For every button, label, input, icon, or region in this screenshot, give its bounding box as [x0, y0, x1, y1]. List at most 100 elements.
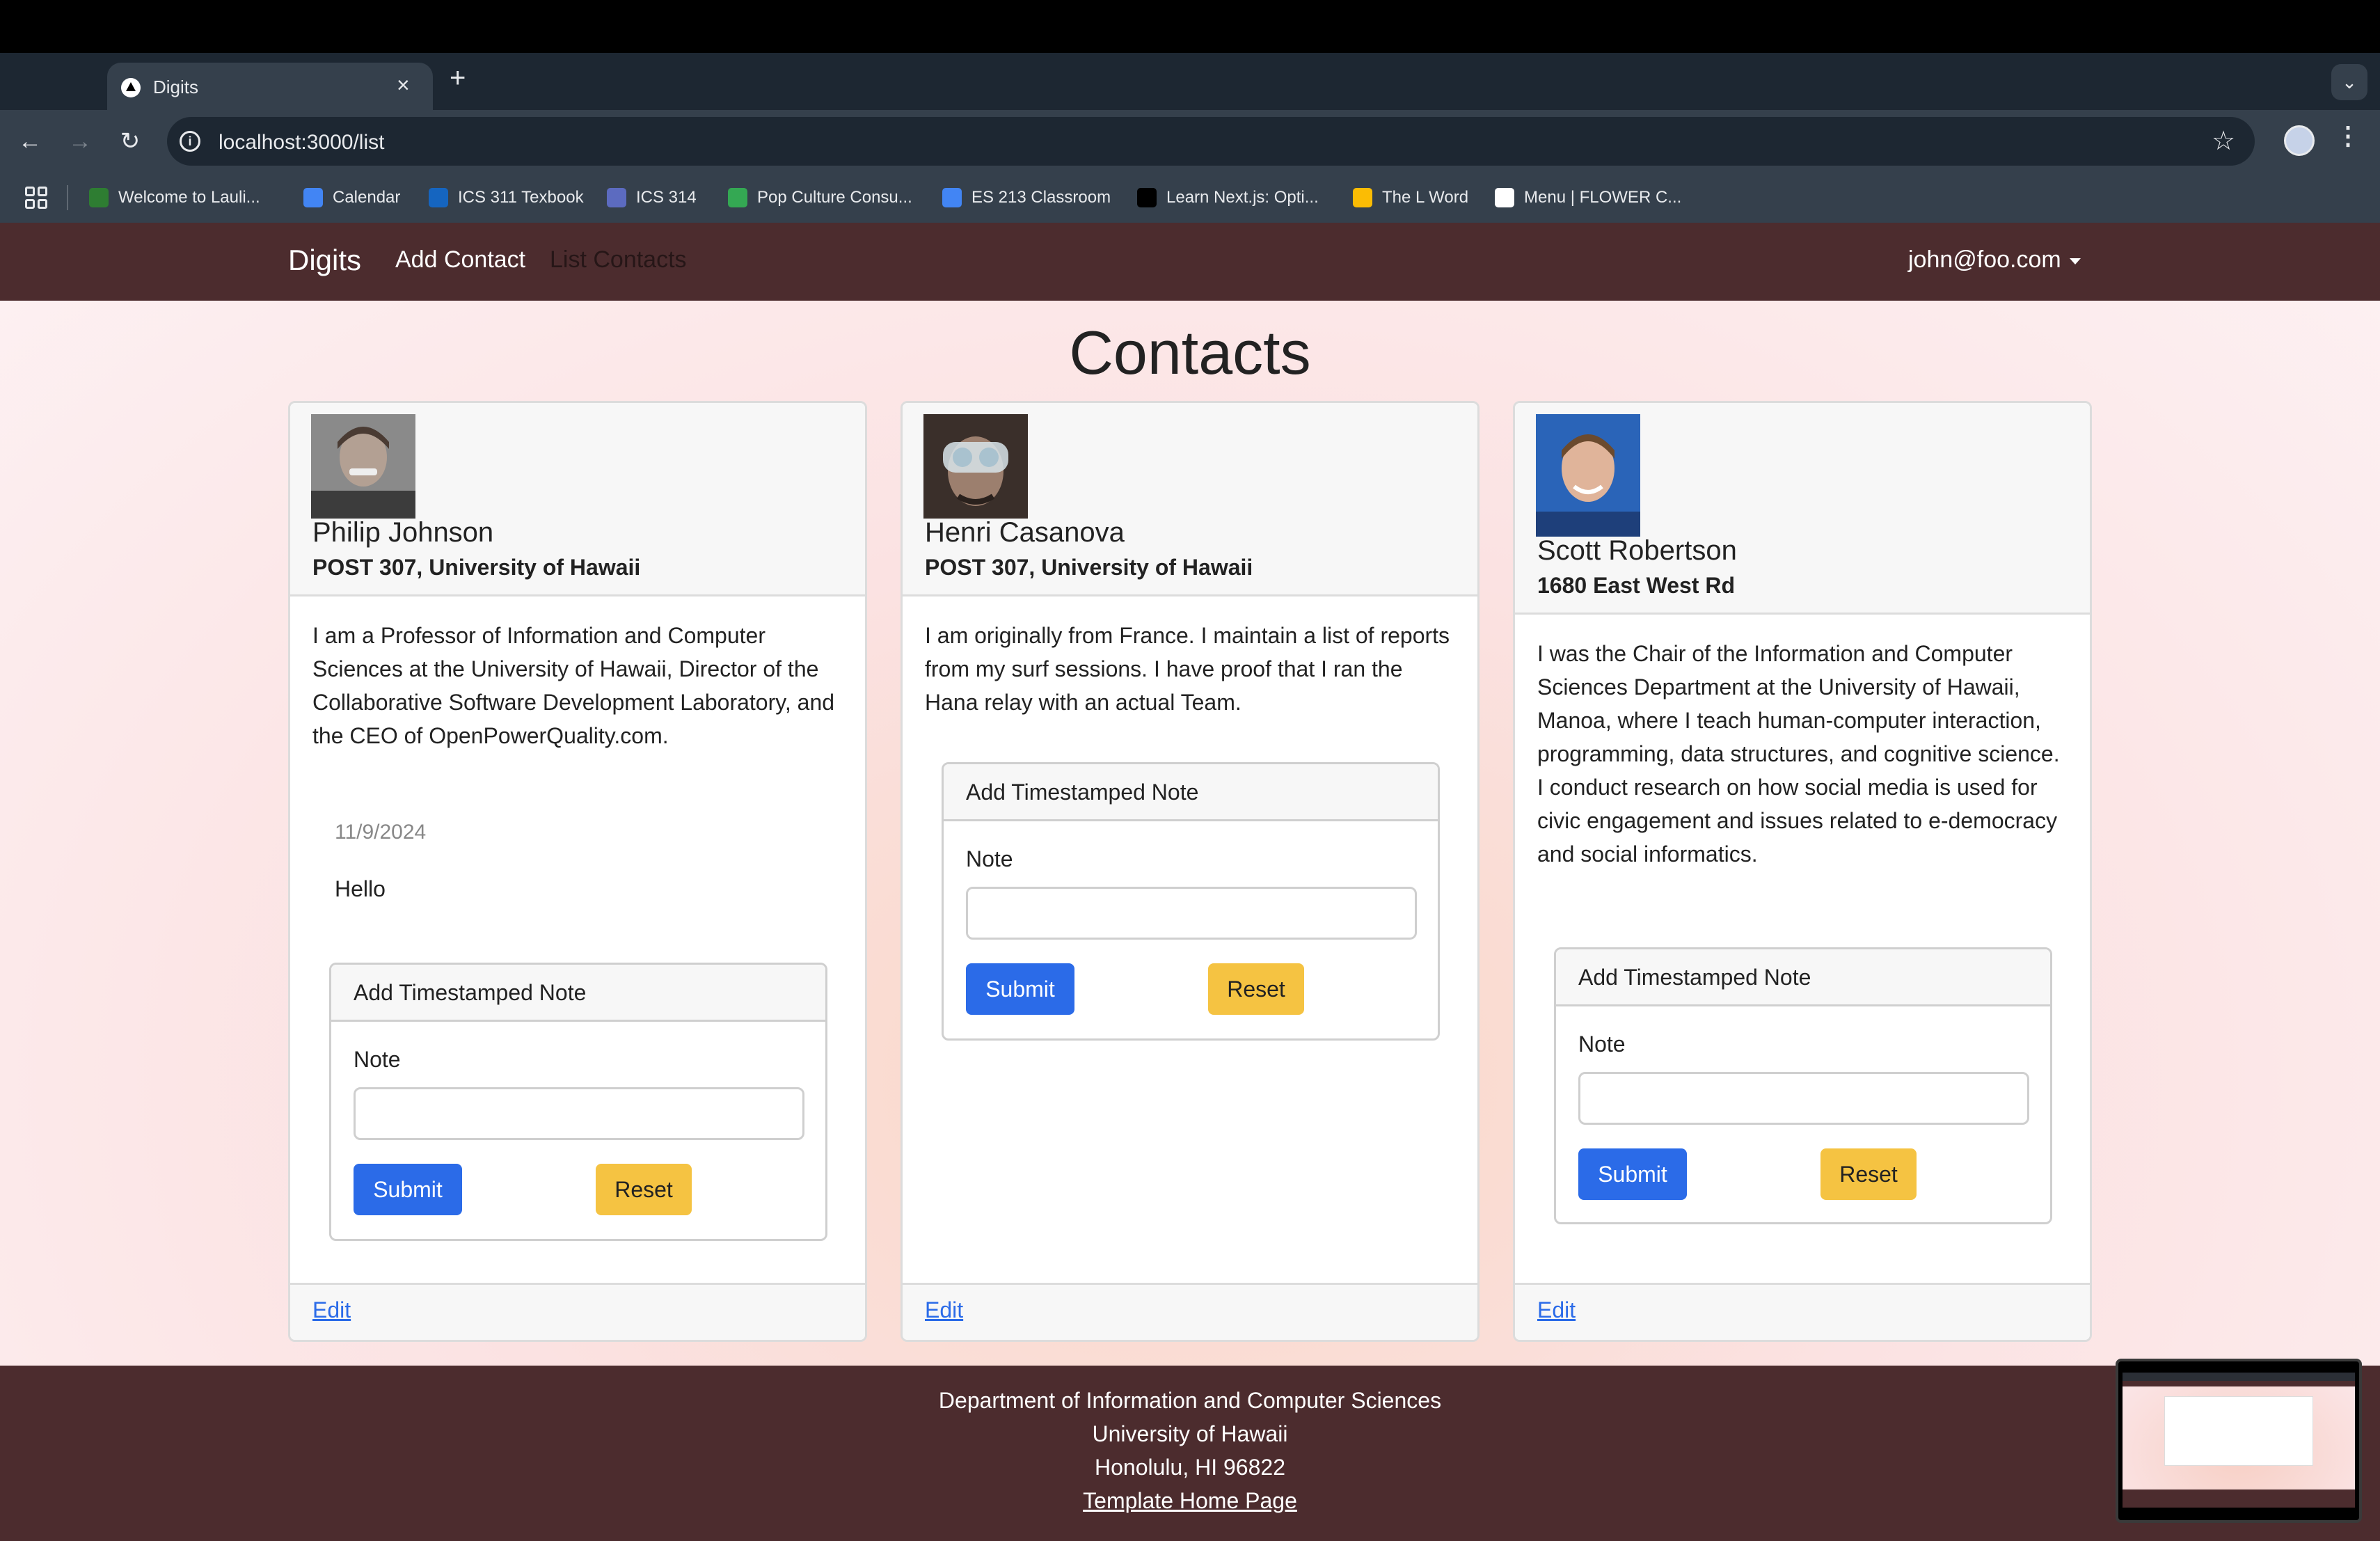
site-info-icon[interactable]: i: [180, 131, 200, 152]
contact-address: POST 307, University of Hawaii: [925, 555, 1253, 580]
card-header: Scott Robertson 1680 East West Rd: [1515, 403, 2090, 615]
note-date: 11/9/2024: [335, 821, 427, 844]
add-note-form: Add Timestamped Note Note Submit Reset: [1554, 947, 2052, 1224]
brand-link[interactable]: Digits: [288, 244, 361, 277]
app-navbar: Digits Add Contact List Contacts john@fo…: [0, 223, 2380, 301]
nextjs-favicon-icon: [121, 78, 141, 97]
card-header: Henri Casanova POST 307, University of H…: [903, 403, 1477, 596]
submit-button[interactable]: Submit: [1578, 1148, 1687, 1200]
bookmark-item[interactable]: Menu | FLOWER C...: [1495, 185, 1681, 210]
reset-button[interactable]: Reset: [1208, 963, 1304, 1015]
portrait-image: [311, 414, 415, 519]
thumbnail-chrome: [2123, 1373, 2355, 1381]
browser-tab-digits[interactable]: Digits ×: [107, 63, 433, 110]
bookmark-item[interactable]: Pop Culture Consu...: [728, 185, 912, 210]
portrait-image: [923, 414, 1028, 519]
contact-photo: [923, 414, 1028, 519]
bookmark-item[interactable]: ES 213 Classroom: [942, 185, 1111, 210]
reload-icon[interactable]: ↻: [113, 124, 148, 159]
flower-favicon-icon: [1495, 188, 1514, 207]
tab-strip: Digits × + ⌄: [0, 53, 2380, 110]
footer-university: University of Hawaii: [1092, 1421, 1288, 1446]
bookmarks-bar: Welcome to Lauli... Calendar ICS 311 Tex…: [0, 173, 2380, 223]
form-header: Add Timestamped Note: [944, 764, 1438, 821]
footer-address: Honolulu, HI 96822: [1095, 1455, 1285, 1480]
card-header: Philip Johnson POST 307, University of H…: [290, 403, 865, 596]
screen-top-bar: [0, 0, 2380, 53]
contact-card: Philip Johnson POST 307, University of H…: [288, 401, 867, 1342]
bookmark-label: The L Word: [1382, 188, 1469, 207]
footer-department: Department of Information and Computer S…: [938, 1388, 1442, 1413]
contact-address: POST 307, University of Hawaii: [312, 555, 641, 580]
nav-list-contacts[interactable]: List Contacts: [550, 246, 687, 274]
bookmark-item[interactable]: The L Word: [1353, 185, 1468, 210]
note-text: Hello: [335, 876, 386, 901]
reset-button[interactable]: Reset: [596, 1164, 692, 1215]
contact-address: 1680 East West Rd: [1537, 573, 1735, 598]
profile-avatar-icon[interactable]: [2284, 125, 2315, 156]
bookmark-item[interactable]: ICS 311 Texbook: [429, 185, 584, 210]
note-label: Note: [1578, 1032, 1626, 1057]
thumbnail-image: [2123, 1373, 2355, 1508]
contact-card: Henri Casanova POST 307, University of H…: [901, 401, 1479, 1342]
edit-link[interactable]: Edit: [312, 1297, 351, 1323]
reset-button[interactable]: Reset: [1820, 1148, 1917, 1200]
bookmark-item[interactable]: ICS 314: [607, 185, 697, 210]
browser-menu-kebab-icon[interactable]: ⋮: [2335, 121, 2361, 150]
template-home-link[interactable]: Template Home Page: [1083, 1488, 1297, 1513]
contact-name: Henri Casanova: [925, 517, 1125, 548]
leaf-favicon-icon: [89, 188, 109, 207]
url-text[interactable]: localhost:3000/list: [219, 131, 384, 155]
card-footer: Edit: [1515, 1283, 2090, 1340]
bookmark-item[interactable]: Calendar: [303, 185, 400, 210]
back-arrow-icon[interactable]: ←: [13, 124, 47, 159]
thumbnail-footer: [2123, 1489, 2355, 1508]
note-input[interactable]: [966, 887, 1417, 940]
note-label: Note: [966, 846, 1013, 871]
bookmark-label: Menu | FLOWER C...: [1524, 188, 1682, 207]
card-footer: Edit: [290, 1283, 865, 1340]
contact-photo: [1536, 414, 1640, 537]
nav-add-contact[interactable]: Add Contact: [395, 246, 525, 274]
bookmarks-divider: [67, 185, 68, 210]
site-footer: Department of Information and Computer S…: [0, 1366, 2380, 1541]
address-bar[interactable]: i localhost:3000/list ☆: [167, 117, 2255, 166]
calendar-favicon-icon: [303, 188, 323, 207]
nextjs-favicon-icon: [1137, 188, 1157, 207]
bookmark-label: Welcome to Lauli...: [118, 188, 260, 207]
edit-link[interactable]: Edit: [925, 1297, 963, 1323]
submit-button[interactable]: Submit: [354, 1164, 462, 1215]
screenshot-preview-thumbnail[interactable]: [2116, 1359, 2362, 1523]
user-email: john@foo.com: [1908, 246, 2061, 273]
contact-name: Philip Johnson: [312, 517, 494, 548]
bookmark-label: Calendar: [333, 188, 401, 207]
note-label: Note: [354, 1047, 401, 1072]
note-input[interactable]: [354, 1087, 804, 1140]
bookmark-label: ES 213 Classroom: [971, 188, 1111, 207]
forward-arrow-icon[interactable]: →: [63, 124, 97, 159]
sheets-favicon-icon: [728, 188, 747, 207]
form-header: Add Timestamped Note: [331, 965, 825, 1022]
apps-grid-icon[interactable]: [25, 187, 47, 209]
user-dropdown[interactable]: john@foo.com: [1908, 246, 2081, 274]
bookmark-item[interactable]: Welcome to Lauli...: [89, 185, 260, 210]
bookmark-label: ICS 311 Texbook: [458, 188, 584, 207]
add-note-form: Add Timestamped Note Note Submit Reset: [329, 963, 827, 1241]
close-tab-icon[interactable]: ×: [397, 72, 410, 97]
tab-search-chevron-icon[interactable]: ⌄: [2331, 64, 2367, 100]
card-footer: Edit: [903, 1283, 1477, 1340]
edit-link[interactable]: Edit: [1537, 1297, 1576, 1323]
new-tab-icon[interactable]: +: [450, 64, 466, 92]
book-favicon-icon: [429, 188, 448, 207]
contact-bio: I am originally from France. I maintain …: [925, 623, 1450, 715]
classroom-favicon-icon: [942, 188, 962, 207]
submit-button[interactable]: Submit: [966, 963, 1074, 1015]
bookmark-star-icon[interactable]: ☆: [2212, 125, 2235, 157]
add-note-form: Add Timestamped Note Note Submit Reset: [942, 762, 1440, 1041]
tab-title: Digits: [153, 77, 199, 97]
bookmark-item[interactable]: Learn Next.js: Opti...: [1137, 185, 1319, 210]
contact-photo: [311, 414, 415, 519]
page-title: Contacts: [1069, 318, 1311, 387]
note-input[interactable]: [1578, 1072, 2029, 1125]
form-header: Add Timestamped Note: [1556, 949, 2050, 1006]
